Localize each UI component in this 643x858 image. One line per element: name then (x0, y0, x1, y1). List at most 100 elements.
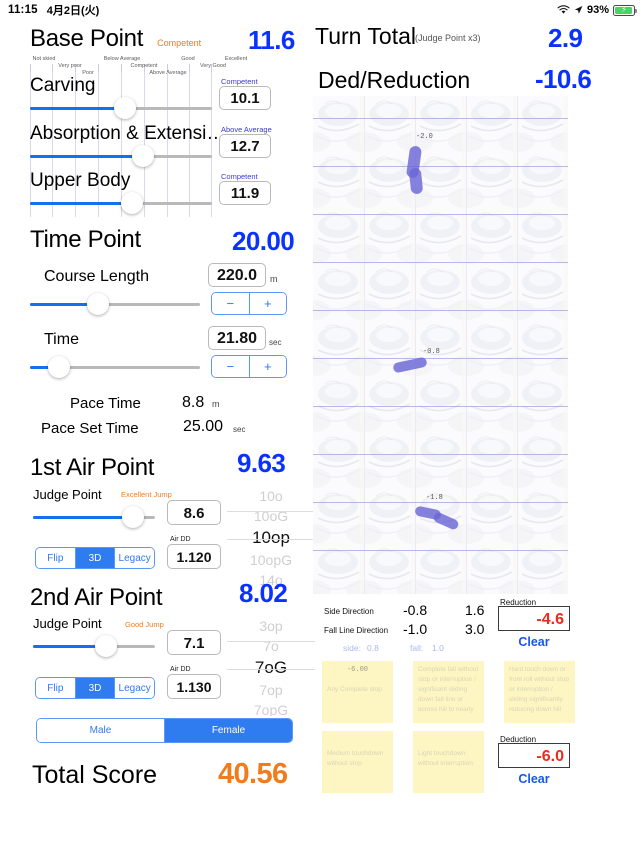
air1-value: 9.63 (237, 448, 286, 478)
slider-knob[interactable] (95, 635, 118, 657)
turn-total-label: Turn Total (315, 23, 416, 49)
slider-fill (30, 155, 143, 158)
time-label: Time (44, 331, 79, 348)
air2-dd-label: Air DD (170, 666, 191, 673)
status-time: 11:15 (8, 4, 38, 16)
air2-wheel-item-2[interactable]: 7oG (227, 656, 315, 680)
slider-carving[interactable] (30, 96, 212, 122)
reduction-value[interactable]: -4.6 (498, 606, 570, 631)
penalty-card-1[interactable]: Complete fall without stop or interrupti… (413, 661, 484, 723)
status-bar: 11:15 4月2日(火) 93% ⚡ (0, 0, 643, 20)
absorption-value[interactable]: 12.7 (219, 134, 271, 158)
course-mark-label-0: -2.0 (416, 133, 433, 141)
deduction-value[interactable]: -6.0 (498, 743, 570, 768)
air1-wheel-item-2[interactable]: 10op (227, 526, 315, 550)
side-direction-value-2: 1.6 (465, 602, 485, 618)
left-panel: Base Point Competent 11.6 Not skied Very… (0, 20, 315, 858)
air2-wheel-item-1[interactable]: 7o (227, 636, 315, 656)
course-length-plus-button[interactable]: + (248, 293, 286, 314)
penalty-card-4[interactable]: Light touchdown without interruption (413, 731, 484, 793)
gender-male-option[interactable]: Male (37, 719, 164, 742)
course-length-value[interactable]: 220.0 (208, 263, 266, 287)
penalty-card-0[interactable]: -6.00 Any Complete stop (322, 661, 393, 723)
turn-total-value: 2.9 (548, 23, 583, 53)
time-stepper[interactable]: − + (211, 355, 287, 378)
course-mark-label-2: -1.8 (426, 494, 443, 502)
base-point-header: Base Point Competent (30, 25, 201, 53)
penalty-card-0-amount: -6.00 (346, 666, 368, 674)
course-length-stepper[interactable]: − + (211, 292, 287, 315)
air2-judge-value[interactable]: 7.1 (167, 630, 221, 655)
slider-label-carving: Carving (30, 75, 96, 96)
deduction-clear-button[interactable]: Clear (498, 772, 570, 786)
air1-dd-value[interactable]: 1.120 (167, 544, 221, 569)
air2-seg-flip[interactable]: Flip (36, 678, 75, 698)
air2-wheel-item-0[interactable]: 3op (227, 616, 315, 636)
slider-air2-judge[interactable] (33, 634, 155, 660)
air1-wheel-item-0[interactable]: 10o (227, 486, 315, 506)
penalty-card-2-text: Hard touch down or front roll without st… (509, 666, 569, 714)
air1-trick-picker[interactable]: 10o 10oG 10op 10opG 14o (227, 486, 315, 586)
mogul-course-canvas[interactable]: -2.0 -0.8 -1.8 (313, 96, 568, 594)
status-right-cluster: 93% ⚡ (557, 4, 637, 16)
air2-wheel-item-3[interactable]: 7op (227, 680, 315, 700)
wifi-icon (557, 5, 570, 14)
time-point-value: 20.00 (232, 226, 295, 256)
slider-course-length[interactable] (30, 292, 200, 318)
pace-time-unit: m (212, 399, 220, 409)
gender-female-option[interactable]: Female (164, 719, 292, 742)
slider-upper-body[interactable] (30, 191, 212, 217)
scale-label-7: Very Good (200, 63, 226, 69)
reduction-clear-button[interactable]: Clear (498, 635, 570, 649)
slider-absorption[interactable] (30, 144, 212, 170)
slider-knob[interactable] (122, 506, 145, 528)
air1-title: 1st Air Point (30, 454, 155, 481)
slider-knob[interactable] (47, 356, 70, 378)
time-plus-button[interactable]: + (248, 356, 286, 377)
side-direction-label: Side Direction (324, 607, 374, 616)
air2-trick-picker[interactable]: 3op 7o 7oG 7op 7opG (227, 616, 315, 716)
air1-seg-3d[interactable]: 3D (74, 548, 115, 568)
time-value[interactable]: 21.80 (208, 326, 266, 350)
penalty-card-2[interactable]: Hard touch down or front roll without st… (504, 661, 575, 723)
upper-body-rating: Competent (221, 172, 258, 181)
scale-label-3: Below Average (103, 56, 141, 62)
air1-judge-value[interactable]: 8.6 (167, 500, 221, 525)
pace-set-time-label: Pace Set Time (41, 420, 139, 437)
time-minus-button[interactable]: − (212, 356, 249, 377)
penalty-card-3[interactable]: Medium touchdown without stop (322, 731, 393, 793)
penalty-card-0-text: Any Complete stop (327, 685, 382, 693)
pace-time-label: Pace Time (70, 395, 141, 412)
slider-knob[interactable] (113, 97, 136, 119)
air1-wheel-item-3[interactable]: 10opG (227, 550, 315, 570)
absorption-rating: Above Average (221, 125, 272, 134)
air2-seg-3d[interactable]: 3D (74, 678, 115, 698)
air2-dd-value[interactable]: 1.130 (167, 674, 221, 699)
battery-percent: 93% (586, 4, 609, 16)
air1-seg-flip[interactable]: Flip (36, 548, 75, 568)
slider-time[interactable] (30, 355, 200, 381)
air1-wheel-item-1[interactable]: 10oG (227, 506, 315, 526)
upper-body-value[interactable]: 11.9 (219, 181, 271, 205)
main-columns: Base Point Competent 11.6 Not skied Very… (0, 20, 643, 858)
air1-judge-rating: Excellent Jump (121, 490, 172, 499)
slider-label-absorption: Absorption & Extensi… (30, 123, 226, 144)
slider-knob[interactable] (120, 192, 143, 214)
air1-segmented-control[interactable]: Flip 3D Legacy (35, 547, 155, 569)
air1-seg-legacy[interactable]: Legacy (114, 548, 154, 568)
slider-air1-judge[interactable] (33, 505, 155, 531)
slider-knob[interactable] (131, 145, 154, 167)
slider-label-upper-body: Upper Body (30, 170, 131, 191)
scale-label-0: Not skied (32, 56, 56, 62)
air2-wheel-item-4[interactable]: 7opG (227, 700, 315, 716)
right-panel: Turn Total (Judge Point x3) 2.9 Ded/Redu… (310, 20, 643, 858)
carving-value[interactable]: 10.1 (219, 86, 271, 110)
gender-segmented-control[interactable]: Male Female (36, 718, 293, 743)
scale-label-5: Above Average (149, 70, 187, 76)
air2-judge-label: Judge Point (33, 616, 102, 631)
course-length-minus-button[interactable]: − (212, 293, 249, 314)
slider-knob[interactable] (87, 293, 109, 315)
air2-seg-legacy[interactable]: Legacy (114, 678, 154, 698)
air2-segmented-control[interactable]: Flip 3D Legacy (35, 677, 155, 699)
fall-line-direction-label: Fall Line Direction (324, 626, 389, 635)
